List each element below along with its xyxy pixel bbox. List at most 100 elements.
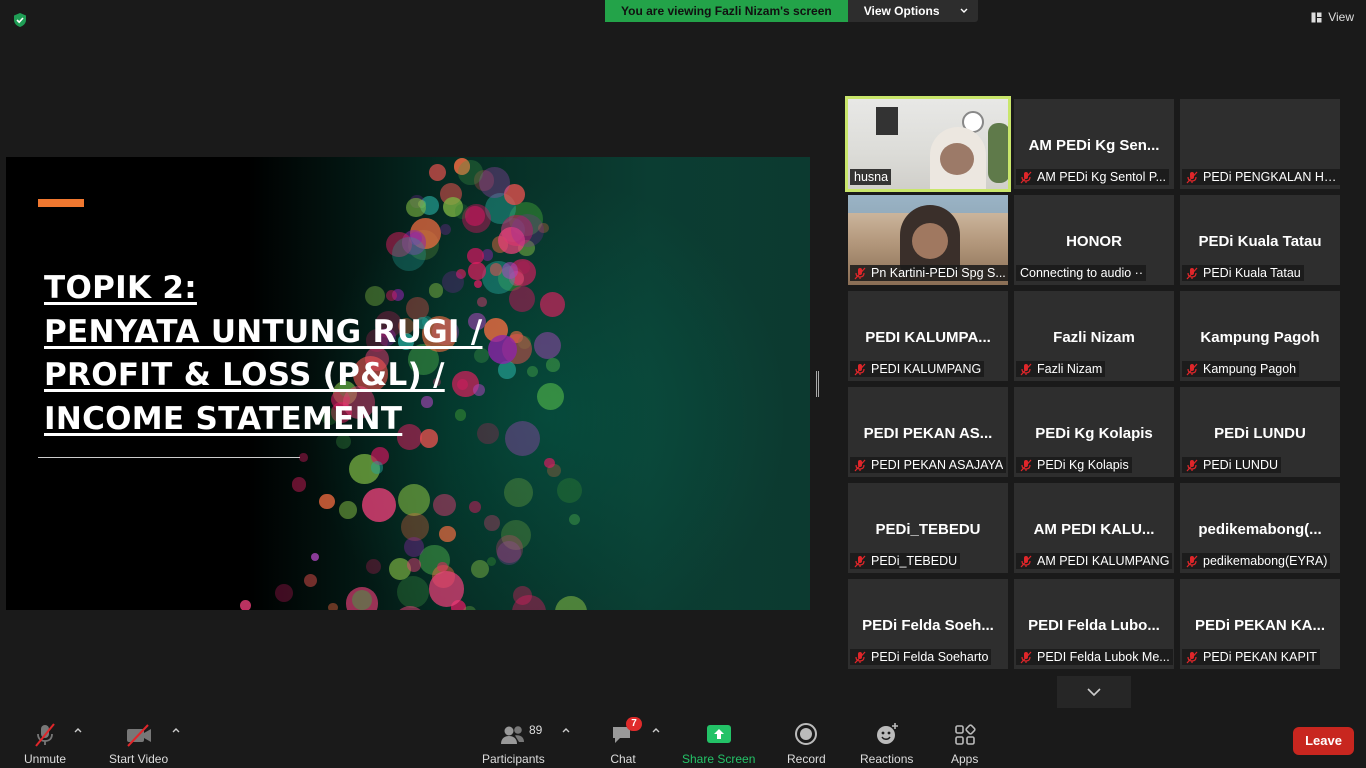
participant-label-text: PEDi PENGKALAN HU...	[1203, 170, 1340, 184]
participant-display-name: PEDI Felda Lubo...	[1028, 617, 1160, 634]
microphone-muted-icon	[35, 723, 55, 747]
participant-tile[interactable]: AM PEDI KALU... AM PEDI KALUMPANG	[1014, 483, 1174, 573]
audio-options-caret-icon[interactable]	[73, 726, 83, 734]
participant-display-name: AM PEDi Kg Sen...	[1028, 137, 1160, 154]
participants-options-caret-icon[interactable]	[561, 726, 571, 734]
participant-label-text: pedikemabong(EYRA)	[1203, 554, 1328, 568]
panel-resize-handle[interactable]	[816, 371, 819, 397]
bokeh-light	[319, 493, 335, 510]
participant-label-text: PEDi_TEBEDU	[871, 554, 958, 568]
participant-display-name: PEDi PEKAN KA...	[1194, 617, 1326, 634]
participant-label-text: AM PEDi Kg Sentol P...	[1037, 170, 1166, 184]
bokeh-light	[469, 500, 481, 513]
participant-tile[interactable]: PEDi PEKAN KA... PEDi PEKAN KAPIT	[1180, 579, 1340, 669]
participant-display-name: PEDI PEKAN AS...	[863, 425, 993, 442]
participant-display-name: PEDI KALUMPA...	[865, 329, 991, 346]
bokeh-light	[508, 285, 535, 313]
mic-muted-icon	[1186, 267, 1198, 279]
bokeh-light	[498, 361, 516, 379]
slide-title-line: PROFIT & LOSS (P&L) /	[44, 357, 445, 393]
start-video-label: Start Video	[109, 752, 169, 766]
participant-name-label: PEDi Felda Soeharto	[850, 649, 992, 665]
apps-icon	[954, 724, 976, 745]
bokeh-light	[463, 605, 476, 610]
participant-tile[interactable]: pedikemabong(... pedikemabong(EYRA)	[1180, 483, 1340, 573]
participant-tile[interactable]: PEDi Kuala Tatau PEDi Kuala Tatau	[1180, 195, 1340, 285]
participant-tile[interactable]: Pn Kartini-PEDi Spg S...	[848, 195, 1008, 285]
reactions-button[interactable]: Reactions	[860, 722, 913, 766]
participant-label-text: PEDi LUNDU	[1203, 458, 1279, 472]
participant-label-text: PEDi PEKAN KAPIT	[1203, 650, 1317, 664]
participant-display-name: PEDi Felda Soeh...	[862, 617, 994, 634]
gallery-next-page-button[interactable]	[1057, 676, 1131, 708]
chat-options-caret-icon[interactable]	[651, 726, 661, 734]
participant-tile[interactable]: AM PEDi Kg Sen... AM PEDi Kg Sentol P...	[1014, 99, 1174, 189]
bokeh-light	[304, 574, 318, 588]
mic-muted-icon	[1020, 651, 1032, 663]
participant-name-label: husna	[850, 169, 892, 185]
participant-tile[interactable]: PEDI KALUMPA... PEDI KALUMPANG	[848, 291, 1008, 381]
mic-muted-icon	[1186, 651, 1198, 663]
bokeh-light	[465, 206, 486, 226]
participants-icon	[501, 726, 525, 744]
share-screen-button[interactable]: Share Screen	[682, 722, 755, 766]
apps-label: Apps	[951, 752, 979, 766]
record-button[interactable]: Record	[787, 722, 826, 766]
bokeh-light	[482, 249, 494, 261]
bokeh-light	[439, 526, 456, 543]
bokeh-light	[396, 575, 429, 608]
participant-tile[interactable]: HONOR Connecting to audio ··	[1014, 195, 1174, 285]
mic-muted-icon	[854, 651, 866, 663]
unmute-button[interactable]: Unmute	[24, 722, 66, 766]
leave-button[interactable]: Leave	[1293, 727, 1354, 755]
unmute-label: Unmute	[24, 752, 67, 766]
bokeh-light	[393, 605, 427, 610]
participant-tile[interactable]: husna	[845, 96, 1011, 192]
reactions-label: Reactions	[860, 752, 914, 766]
bokeh-light	[458, 160, 483, 185]
participant-tile[interactable]: PEDi LUNDU PEDi LUNDU	[1180, 387, 1340, 477]
participant-tile[interactable]: Fazli Nizam Fazli Nizam	[1014, 291, 1174, 381]
participant-label-text: Kampung Pagoh	[1203, 362, 1297, 376]
bokeh-light	[365, 559, 381, 575]
participant-name-label: PEDi LUNDU	[1182, 457, 1282, 473]
bokeh-light	[470, 560, 489, 579]
bokeh-light	[310, 553, 319, 562]
bokeh-light	[339, 501, 357, 520]
participant-name-label: PEDI PEKAN ASAJAYA	[850, 457, 1007, 473]
participant-display-name: Kampung Pagoh	[1200, 329, 1320, 346]
participant-label-text: PEDi Kuala Tatau	[1203, 266, 1301, 280]
apps-button[interactable]: Apps	[951, 722, 978, 766]
slide-accent-bar	[38, 199, 84, 207]
meeting-toolbar: Unmute Start Video Participants 89 Chat …	[0, 712, 1366, 768]
bokeh-light	[539, 292, 565, 317]
participant-name-label: AM PEDI KALUMPANG	[1016, 553, 1173, 569]
participant-label-text: PEDI PEKAN ASAJAYA	[871, 458, 1004, 472]
bokeh-light	[510, 213, 545, 247]
participant-name-label: AM PEDi Kg Sentol P...	[1016, 169, 1169, 185]
bokeh-light	[406, 197, 426, 218]
mic-muted-icon	[854, 459, 866, 471]
chevron-down-icon	[1087, 688, 1101, 696]
participant-label-text: Pn Kartini-PEDi Spg S...	[871, 266, 1006, 280]
chevron-down-icon	[960, 8, 968, 13]
view-button[interactable]: View	[1311, 10, 1354, 24]
video-options-caret-icon[interactable]	[171, 726, 181, 734]
shield-check-icon[interactable]	[12, 12, 28, 28]
participant-name-label: Fazli Nizam	[1016, 361, 1106, 377]
participant-tile[interactable]: PEDi_TEBEDU PEDi_TEBEDU	[848, 483, 1008, 573]
participant-tile[interactable]: PEDI PEKAN AS... PEDI PEKAN ASAJAYA	[848, 387, 1008, 477]
slide-title-line: INCOME STATEMENT	[44, 400, 403, 437]
participant-tile[interactable]: PEDi Felda Soeh... PEDi Felda Soeharto	[848, 579, 1008, 669]
chat-unread-badge: 7	[626, 717, 642, 731]
participant-tile[interactable]: PEDi Kg Kolapis PEDi Kg Kolapis	[1014, 387, 1174, 477]
participant-tile[interactable]: PEDI Felda Lubo... PEDI Felda Lubok Me...	[1014, 579, 1174, 669]
bokeh-light	[328, 602, 339, 610]
bokeh-light	[517, 261, 530, 274]
mic-muted-icon	[1186, 171, 1198, 183]
start-video-button[interactable]: Start Video	[109, 722, 168, 766]
participant-tile[interactable]: Kampung Pagoh Kampung Pagoh	[1180, 291, 1340, 381]
view-options-button[interactable]: View Options	[847, 0, 978, 22]
shared-screen-slide: TOPIK 2: PENYATA UNTUNG RUGI / PROFIT & LO…	[6, 157, 810, 610]
participant-tile[interactable]: PEDi PENGKALAN HU...	[1180, 99, 1340, 189]
